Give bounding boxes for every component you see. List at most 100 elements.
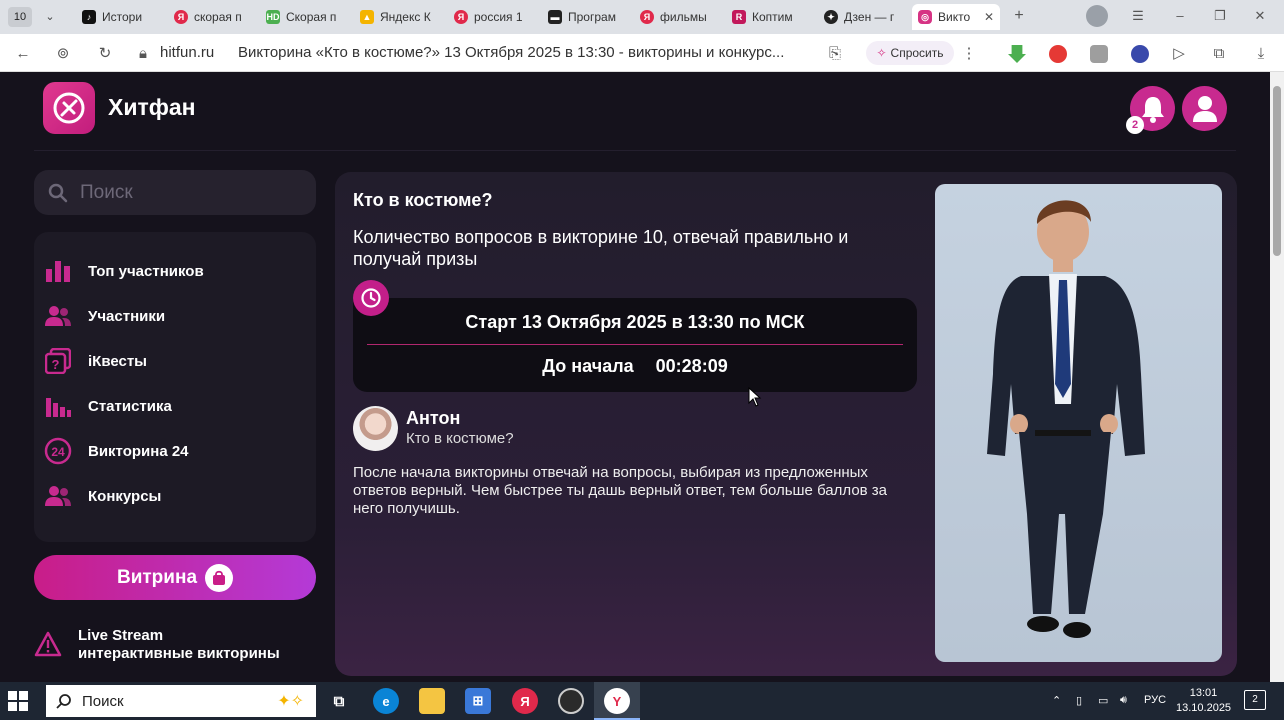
reload-icon[interactable]: ↻ (94, 43, 116, 65)
mountain-icon: ▲ (360, 10, 374, 24)
tab-label: Викто (938, 10, 971, 24)
browser-tab[interactable]: R Коптим (726, 4, 812, 30)
brand-name[interactable]: Хитфан (108, 94, 196, 121)
warning-icon (34, 631, 62, 657)
collections-icon[interactable]: ⧉ (1208, 43, 1230, 65)
tab-count-button[interactable]: 10 (8, 7, 32, 27)
edge-icon[interactable]: e (373, 688, 399, 714)
user-icon (1192, 95, 1217, 122)
hd-icon: HD (266, 10, 280, 24)
quiz-image (935, 184, 1222, 662)
downloads-icon[interactable]: ⤓ (1250, 43, 1272, 65)
url-domain[interactable]: hitfun.ru (160, 44, 214, 61)
lock-icon[interactable]: 🔒︎ (132, 43, 154, 65)
vitrina-button[interactable]: Витрина (34, 555, 316, 600)
sparkle-icon: ✧ (876, 46, 887, 60)
browser-tab[interactable]: Я россия 1 (448, 4, 534, 30)
browser-tab[interactable]: Я скорая п (168, 4, 254, 30)
scrollbar-thumb[interactable] (1273, 86, 1281, 256)
sidebar-item-quiz24[interactable]: 24 Викторина 24 (44, 433, 189, 469)
chevron-down-icon[interactable]: ⌄ (42, 9, 58, 25)
countdown-value: 00:28:09 (655, 356, 728, 376)
quest-icon: ? (44, 347, 72, 375)
back-icon[interactable]: ← (12, 43, 34, 65)
sparkles-icon: ✦✧ (277, 693, 304, 710)
tray-device-icon[interactable]: ▯ (1076, 694, 1082, 707)
quiz-card: Кто в костюме? Количество вопросов в вик… (335, 172, 1237, 676)
logo-icon (53, 92, 85, 124)
download-extension-icon[interactable] (1008, 45, 1026, 63)
browser-tab[interactable]: ▬ Програм (542, 4, 628, 30)
host-name[interactable]: Антон (406, 408, 460, 429)
new-tab-icon[interactable]: + (1010, 7, 1028, 25)
translate-icon[interactable] (1131, 45, 1149, 63)
profile-button[interactable] (1182, 86, 1227, 131)
file-explorer-icon[interactable] (419, 688, 445, 714)
browser-tab[interactable]: ♪ Истори (76, 4, 164, 30)
page: Хитфан 2 Поиск Топ участников Участники … (0, 72, 1270, 682)
volume-icon[interactable]: 🔊︎ (1120, 694, 1127, 707)
tab-label: Дзен — г (844, 10, 895, 24)
browser-tab[interactable]: ▲ Яндекс К (354, 4, 442, 30)
clock-icon (353, 280, 389, 316)
clock-app-icon[interactable] (558, 688, 584, 714)
page-scrollbar[interactable] (1270, 72, 1284, 682)
sidebar-item-top[interactable]: Топ участников (44, 253, 204, 289)
browser-tab-active[interactable]: ◎ Викто ✕ (912, 4, 1000, 30)
sidebar-item-label: Топ участников (88, 262, 204, 280)
menu-icon[interactable]: ☰ (1128, 6, 1148, 26)
sidebar-item-participants[interactable]: Участники (44, 298, 165, 334)
bookmark-icon[interactable]: ⎘ (824, 43, 846, 65)
search-icon (48, 183, 68, 202)
start-time: Старт 13 Октября 2025 в 13:30 по МСК (465, 312, 805, 332)
ask-button[interactable]: ✧ Спросить (866, 41, 954, 65)
quiz-title: Кто в костюме? (353, 190, 493, 210)
taskbar-yandex-browser-active[interactable]: Y (594, 682, 640, 720)
browser-tab[interactable]: ✦ Дзен — г (818, 4, 906, 30)
stats-icon (44, 392, 72, 420)
tray-chevron-icon[interactable]: ⌃ (1052, 694, 1061, 707)
browser-tab[interactable]: Я фильмы (634, 4, 720, 30)
store-icon[interactable]: ⊞ (465, 688, 491, 714)
media-icon[interactable]: ▷ (1168, 43, 1190, 65)
yandex-browser-icon: Y (604, 688, 630, 714)
browser-tab[interactable]: HD Скорая п (260, 4, 346, 30)
adblock-icon[interactable] (1049, 45, 1067, 63)
windows-start-icon[interactable] (8, 691, 28, 711)
network-icon[interactable]: ▭ (1098, 694, 1108, 707)
minimize-icon[interactable]: – (1170, 6, 1190, 26)
yandex-icon: Я (640, 10, 654, 24)
close-window-icon[interactable]: ✕ (1250, 6, 1270, 26)
sidebar-item-contests[interactable]: Конкурсы (44, 478, 161, 514)
vitrina-label: Витрина (116, 566, 198, 588)
yandex-protect-icon[interactable]: ⊚ (52, 43, 74, 65)
sidebar-item-stats[interactable]: Статистика (44, 388, 172, 424)
search-input[interactable]: Поиск (34, 170, 316, 215)
profile-icon[interactable] (1086, 5, 1108, 27)
hitfun-icon: ◎ (918, 10, 932, 24)
taskbar-clock[interactable]: 13:01 13.10.2025 (1176, 686, 1231, 716)
tab-label: Истори (102, 10, 143, 24)
hitfun-logo[interactable] (43, 82, 95, 134)
language-indicator[interactable]: РУС (1144, 694, 1166, 706)
restore-icon[interactable]: ❐ (1210, 6, 1230, 26)
windows-taskbar: Поиск ✦✧ ⧉ e ⊞ Я Y ⌃ ▯ ▭ 🔊︎ РУС 13:01 13… (0, 682, 1284, 720)
close-icon[interactable]: ✕ (984, 10, 994, 24)
tiktok-icon: ♪ (82, 10, 96, 24)
action-center-icon[interactable]: 2 (1244, 690, 1266, 710)
yandex-music-icon[interactable]: Я (512, 688, 538, 714)
live-stream-link[interactable]: Live Stream интерактивные викторины (34, 627, 280, 663)
countdown-label: До начала (542, 356, 634, 376)
mouse-cursor-icon (748, 387, 762, 407)
r-icon: R (732, 10, 746, 24)
host-avatar[interactable] (353, 406, 398, 451)
address-page-title[interactable]: Викторина «Кто в костюме?» 13 Октября 20… (238, 44, 798, 61)
more-icon[interactable]: ⋮ (958, 43, 980, 65)
users-icon (44, 302, 72, 330)
sidebar-item-iquests[interactable]: ? iКвесты (44, 343, 147, 379)
task-view-icon[interactable]: ⧉ (326, 688, 352, 714)
man-in-suit-image (987, 200, 1145, 638)
countdown-row: До начала 00:28:09 (353, 356, 917, 377)
taskbar-search[interactable]: Поиск ✦✧ (46, 685, 316, 717)
image-extension-icon[interactable] (1090, 45, 1108, 63)
